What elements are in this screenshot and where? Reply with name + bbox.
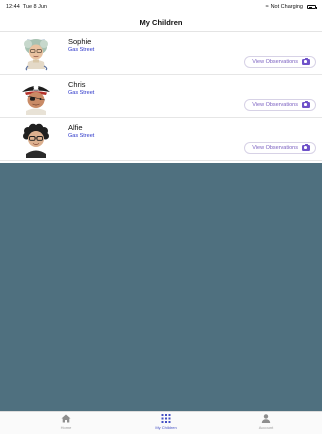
view-observations-button[interactable]: View Observations xyxy=(244,142,316,154)
status-date: Tue 8 Jun xyxy=(22,4,47,10)
pirate-avatar xyxy=(22,84,50,115)
view-observations-label: View Observations xyxy=(252,102,298,108)
tab-my-children-label: My Children xyxy=(155,425,177,430)
wifi-icon: ≈ xyxy=(265,4,269,10)
child-name: Sophie xyxy=(68,37,92,46)
status-left: 12:44 Tue 8 Jun xyxy=(6,4,47,10)
child-school: Gas Street xyxy=(68,47,95,53)
tab-account-label: Account xyxy=(258,425,274,430)
charging-status: Not Charging xyxy=(270,4,303,10)
child-school: Gas Street xyxy=(68,90,95,96)
child-name: Chris xyxy=(68,80,86,89)
page-title: My Children xyxy=(139,18,183,27)
camera-icon xyxy=(302,143,310,151)
tab-home[interactable]: Home xyxy=(36,414,96,430)
view-observations-button[interactable]: View Observations xyxy=(244,99,316,111)
camera-icon xyxy=(302,57,310,65)
person-icon xyxy=(261,414,271,423)
status-right: ≈ Not Charging xyxy=(265,4,317,10)
sophie-avatar xyxy=(24,39,48,71)
battery-icon xyxy=(307,5,317,9)
tab-bar: Home My Children Account xyxy=(0,411,322,434)
empty-content-area xyxy=(0,163,322,411)
child-school: Gas Street xyxy=(68,133,95,139)
alfie-avatar xyxy=(23,123,49,158)
tab-my-children[interactable]: My Children xyxy=(136,414,196,430)
status-bar: 12:44 Tue 8 Jun ≈ Not Charging xyxy=(0,0,322,14)
home-icon xyxy=(61,414,71,423)
child-row[interactable]: Sophie Gas Street View Observations xyxy=(0,32,322,75)
nav-bar: My Children xyxy=(0,14,322,32)
camera-icon xyxy=(302,100,310,108)
child-row[interactable]: Alfie Gas Street View Observations xyxy=(0,118,322,161)
tab-home-label: Home xyxy=(60,425,72,430)
view-observations-label: View Observations xyxy=(252,59,298,65)
child-name: Alfie xyxy=(68,123,83,132)
view-observations-label: View Observations xyxy=(252,145,298,151)
status-time: 12:44 xyxy=(6,4,20,10)
tab-account[interactable]: Account xyxy=(236,414,296,430)
grid-icon xyxy=(161,414,171,423)
child-row[interactable]: Chris Gas Street View Observations xyxy=(0,75,322,118)
children-list: Sophie Gas Street View Observations Chri… xyxy=(0,32,322,161)
view-observations-button[interactable]: View Observations xyxy=(244,56,316,68)
